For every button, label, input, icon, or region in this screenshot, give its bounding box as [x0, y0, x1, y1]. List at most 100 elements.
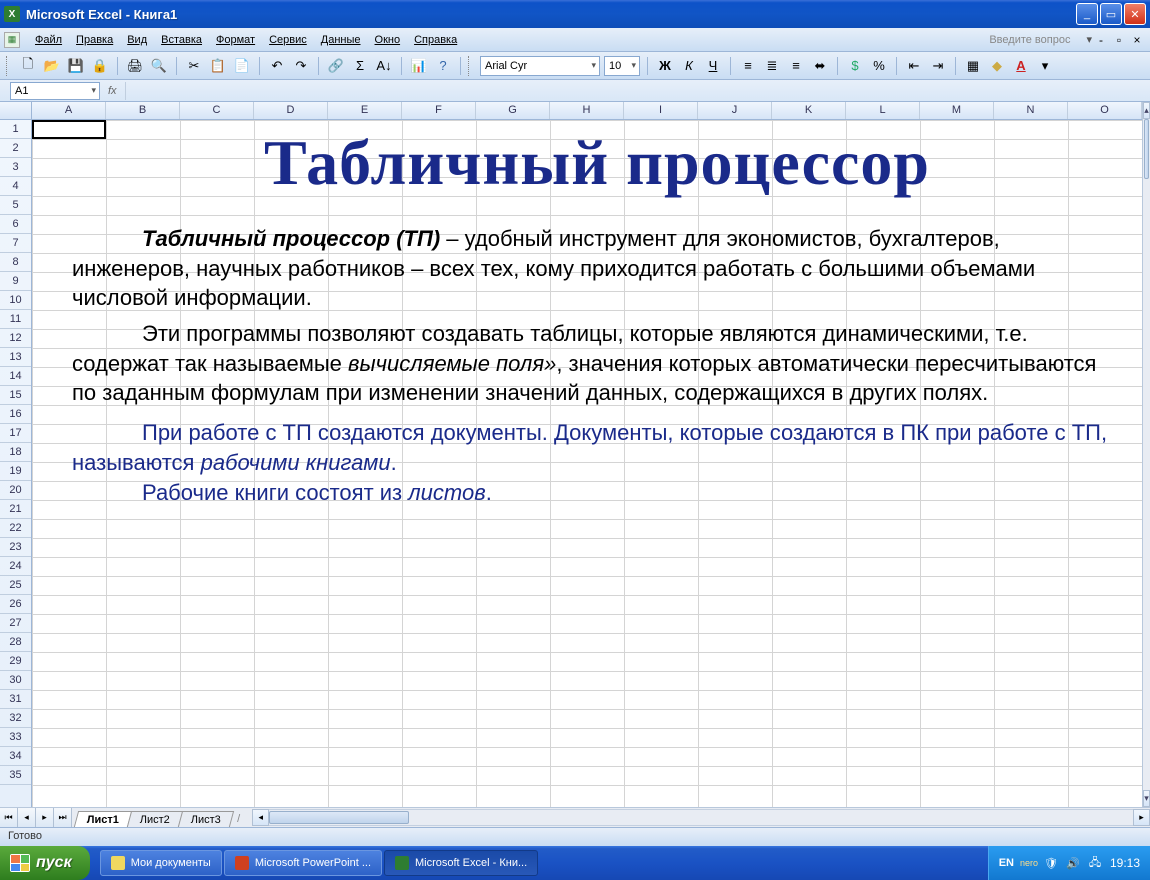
- sheet-tab-1[interactable]: Лист1: [74, 811, 132, 827]
- increase-indent-button[interactable]: ⇥: [928, 56, 948, 76]
- row-header-26[interactable]: 26: [0, 595, 31, 614]
- name-box[interactable]: A1: [10, 82, 100, 100]
- vertical-scroll-thumb[interactable]: [1144, 119, 1149, 179]
- chart-wizard-button[interactable]: 📊: [409, 56, 429, 76]
- row-header-2[interactable]: 2: [0, 139, 31, 158]
- font-color-button[interactable]: A: [1011, 56, 1031, 76]
- sheet-tab-2[interactable]: Лист2: [127, 811, 183, 827]
- align-right-button[interactable]: ≡: [786, 56, 806, 76]
- sort-asc-button[interactable]: A↓: [374, 56, 394, 76]
- font-size-combo[interactable]: 10: [604, 56, 640, 76]
- menu-insert[interactable]: Вставка: [154, 31, 209, 49]
- toolbar-options-button[interactable]: ▾: [1035, 56, 1055, 76]
- row-header-27[interactable]: 27: [0, 614, 31, 633]
- select-all-corner[interactable]: [0, 102, 32, 119]
- row-header-1[interactable]: 1: [0, 120, 31, 139]
- print-preview-button[interactable]: 🔍: [149, 56, 169, 76]
- column-header-O[interactable]: O: [1068, 102, 1142, 119]
- column-header-G[interactable]: G: [476, 102, 550, 119]
- sheet-tab-3[interactable]: Лист3: [178, 811, 234, 827]
- currency-button[interactable]: $: [845, 56, 865, 76]
- row-header-14[interactable]: 14: [0, 367, 31, 386]
- column-header-L[interactable]: L: [846, 102, 920, 119]
- permission-button[interactable]: 🔒: [90, 56, 110, 76]
- vertical-scrollbar[interactable]: ▴ ▾: [1142, 102, 1150, 807]
- align-center-button[interactable]: ≣: [762, 56, 782, 76]
- fill-color-button[interactable]: ◆: [987, 56, 1007, 76]
- menu-data[interactable]: Данные: [314, 31, 368, 49]
- italic-button[interactable]: К: [679, 56, 699, 76]
- menu-window[interactable]: Окно: [368, 31, 408, 49]
- row-header-11[interactable]: 11: [0, 310, 31, 329]
- borders-button[interactable]: ▦: [963, 56, 983, 76]
- row-header-18[interactable]: 18: [0, 443, 31, 462]
- row-header-4[interactable]: 4: [0, 177, 31, 196]
- underline-button[interactable]: Ч: [703, 56, 723, 76]
- menu-help[interactable]: Справка: [407, 31, 464, 49]
- minimize-button[interactable]: _: [1076, 3, 1098, 25]
- row-header-24[interactable]: 24: [0, 557, 31, 576]
- column-header-H[interactable]: H: [550, 102, 624, 119]
- hyperlink-button[interactable]: 🔗: [326, 56, 346, 76]
- menu-file[interactable]: Файл: [28, 31, 69, 49]
- tray-network-icon[interactable]: 🖧: [1088, 856, 1102, 870]
- row-header-5[interactable]: 5: [0, 196, 31, 215]
- merge-center-button[interactable]: ⬌: [810, 56, 830, 76]
- row-header-34[interactable]: 34: [0, 747, 31, 766]
- toolbar-handle-2[interactable]: [468, 56, 472, 76]
- cells-grid[interactable]: Табличный процессор Табличный процессор …: [32, 120, 1142, 807]
- column-header-I[interactable]: I: [624, 102, 698, 119]
- scroll-right-button[interactable]: ▸: [1133, 809, 1150, 826]
- maximize-button[interactable]: ▭: [1100, 3, 1122, 25]
- workbook-icon[interactable]: ▦: [4, 32, 20, 48]
- row-header-22[interactable]: 22: [0, 519, 31, 538]
- row-header-10[interactable]: 10: [0, 291, 31, 310]
- tray-volume-icon[interactable]: 🔊: [1066, 856, 1080, 870]
- tab-nav-first[interactable]: ⏮: [0, 808, 18, 827]
- column-header-M[interactable]: M: [920, 102, 994, 119]
- ask-a-question-box[interactable]: Введите вопрос: [989, 34, 1086, 46]
- row-header-12[interactable]: 12: [0, 329, 31, 348]
- paste-button[interactable]: 📄: [232, 56, 252, 76]
- tab-nav-next[interactable]: ▸: [36, 808, 54, 827]
- help-button[interactable]: ?: [433, 56, 453, 76]
- doc-close-button[interactable]: ×: [1130, 33, 1144, 47]
- row-header-23[interactable]: 23: [0, 538, 31, 557]
- active-cell-A1[interactable]: [32, 120, 106, 139]
- cut-button[interactable]: ✂: [184, 56, 204, 76]
- tray-clock[interactable]: 19:13: [1110, 856, 1140, 870]
- autosum-button[interactable]: Σ: [350, 56, 370, 76]
- row-header-25[interactable]: 25: [0, 576, 31, 595]
- taskbar-item-excel[interactable]: Microsoft Excel - Кни...: [384, 850, 538, 876]
- row-header-35[interactable]: 35: [0, 766, 31, 785]
- doc-minimize-button[interactable]: -: [1094, 33, 1108, 47]
- scroll-up-button[interactable]: ▴: [1143, 102, 1150, 119]
- formula-input[interactable]: [125, 82, 1150, 100]
- taskbar-item-powerpoint[interactable]: Microsoft PowerPoint ...: [224, 850, 382, 876]
- scroll-down-button[interactable]: ▾: [1143, 790, 1150, 807]
- menu-format[interactable]: Формат: [209, 31, 262, 49]
- row-header-9[interactable]: 9: [0, 272, 31, 291]
- align-left-button[interactable]: ≡: [738, 56, 758, 76]
- column-header-A[interactable]: A: [32, 102, 106, 119]
- new-button[interactable]: 🗋: [18, 56, 38, 76]
- language-indicator[interactable]: EN: [999, 857, 1014, 869]
- row-header-13[interactable]: 13: [0, 348, 31, 367]
- row-header-33[interactable]: 33: [0, 728, 31, 747]
- tray-shield-icon[interactable]: 🛡: [1044, 856, 1058, 870]
- bold-button[interactable]: Ж: [655, 56, 675, 76]
- column-header-E[interactable]: E: [328, 102, 402, 119]
- column-header-B[interactable]: B: [106, 102, 180, 119]
- tray-nero-icon[interactable]: nero: [1022, 856, 1036, 870]
- row-header-16[interactable]: 16: [0, 405, 31, 424]
- row-header-29[interactable]: 29: [0, 652, 31, 671]
- row-header-15[interactable]: 15: [0, 386, 31, 405]
- doc-restore-button[interactable]: ▫: [1112, 33, 1126, 47]
- row-header-31[interactable]: 31: [0, 690, 31, 709]
- row-header-30[interactable]: 30: [0, 671, 31, 690]
- row-header-28[interactable]: 28: [0, 633, 31, 652]
- column-header-N[interactable]: N: [994, 102, 1068, 119]
- taskbar-item-documents[interactable]: Мои документы: [100, 850, 222, 876]
- row-header-8[interactable]: 8: [0, 253, 31, 272]
- menu-view[interactable]: Вид: [120, 31, 154, 49]
